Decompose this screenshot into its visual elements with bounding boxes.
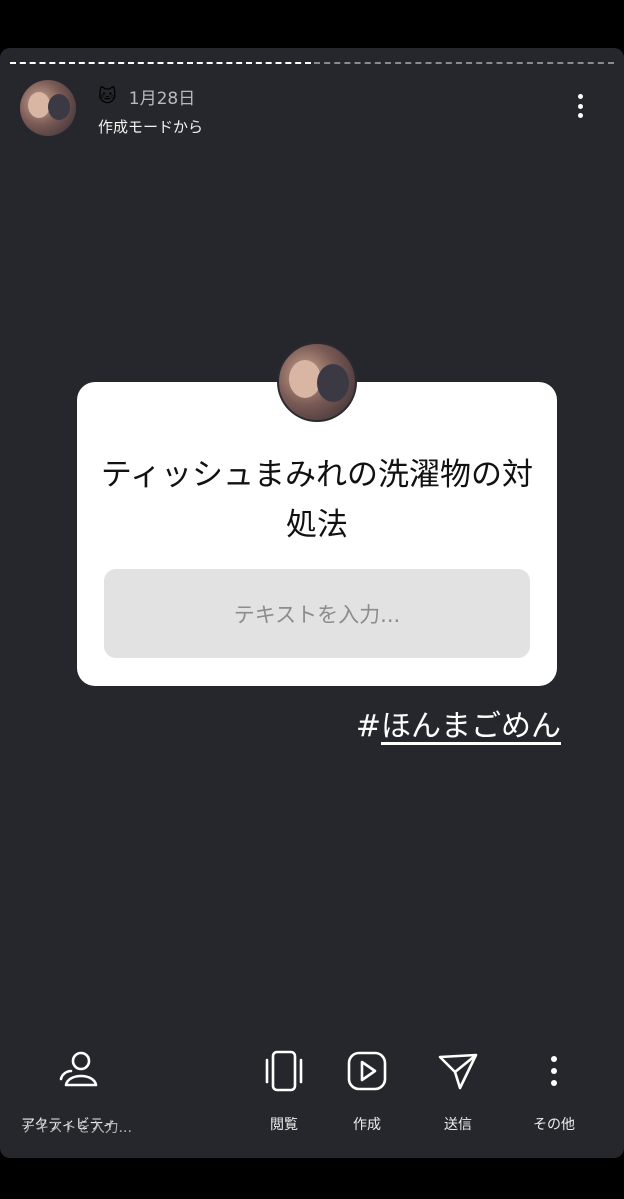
more-button[interactable]: その他 [499,1048,609,1134]
more-vertical-icon [499,1048,609,1094]
send-label: 送信 [444,1117,472,1133]
bottom-action-bar: アクティビティ テキストを入力... 閲覧 作成 送信 その他 [0,1048,624,1138]
story-view: 🐱 1月28日 作成モードから ティッシュまみれの洗濯物の対処法 テキストを入力… [0,48,624,1158]
avatar[interactable] [20,80,76,136]
answer-input[interactable]: テキストを入力... [104,569,530,658]
more-options-icon[interactable] [570,90,590,122]
story-header: 🐱 1月28日 作成モードから [20,80,604,140]
send-icon [403,1048,513,1094]
more-label: その他 [533,1117,575,1133]
person-icon [24,1048,134,1094]
progress-segment-remaining [313,62,614,65]
send-button[interactable]: 送信 [403,1048,513,1134]
cat-emoji: 🐱 [98,85,117,107]
story-date: 1月28日 [128,89,196,109]
activity-overlap-text: テキストを入力... [21,1120,132,1136]
story-source-mode: 作成モードから [98,118,204,136]
question-sticker[interactable]: ティッシュまみれの洗濯物の対処法 テキストを入力... [77,342,557,686]
question-text: ティッシュまみれの洗濯物の対処法 [100,457,534,543]
progress-segment-complete [10,62,311,65]
story-progress-bar [10,62,614,65]
hashtag-sticker[interactable]: #ほんまごめん [356,701,561,745]
hash-symbol: # [355,709,381,744]
sticker-avatar [277,342,357,422]
activity-button[interactable]: アクティビティ テキストを入力... [21,1048,134,1137]
hashtag-text: ほんまごめん [381,709,561,744]
story-meta: 🐱 1月28日 [98,84,196,110]
